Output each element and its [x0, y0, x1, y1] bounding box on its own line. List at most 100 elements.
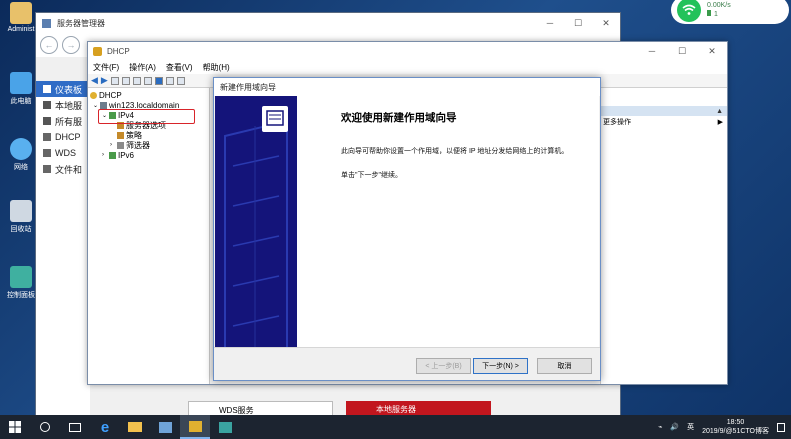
sidebar-item-dashboard[interactable]: 仪表板 — [36, 81, 90, 97]
action-more-actions[interactable]: 更多操作 ▶ — [601, 116, 727, 128]
maximize-button[interactable]: ☐ — [564, 18, 592, 29]
tree-node-filters[interactable]: › 筛选器 — [88, 140, 209, 150]
search-icon — [40, 422, 50, 432]
servers-icon — [43, 117, 51, 125]
windows-logo-icon — [9, 421, 21, 433]
menu-view[interactable]: 查看(V) — [166, 62, 193, 73]
chevron-down-icon[interactable]: ⌄ — [93, 102, 100, 109]
user-folder-icon — [10, 2, 32, 24]
menu-help[interactable]: 帮助(H) — [203, 62, 230, 73]
back-icon[interactable]: ◀ — [91, 75, 98, 86]
refresh-icon[interactable] — [132, 76, 141, 85]
tree-node-policies[interactable]: 策略 — [88, 130, 209, 140]
dashboard-icon — [43, 85, 51, 93]
sidebar-item-dhcp[interactable]: DHCP — [36, 129, 90, 145]
export-list-icon[interactable] — [143, 76, 152, 85]
search-button[interactable] — [30, 415, 60, 439]
taskbar-server-manager[interactable] — [150, 415, 180, 439]
sidebar-item-wds[interactable]: WDS — [36, 145, 90, 161]
desktop-icon-label: 控制面板 — [7, 292, 35, 299]
sidebar-item-label: 本地服 — [55, 100, 83, 111]
tree-node-ipv6[interactable]: › IPv6 — [88, 150, 209, 160]
show-tree-icon[interactable] — [121, 76, 130, 85]
sidebar-item-local-server[interactable]: 本地服 — [36, 97, 90, 113]
recycle-bin-icon — [10, 200, 32, 222]
maximize-button[interactable]: ☐ — [667, 46, 697, 57]
taskbar: e ⌁ 🔊 英 18:50 2019/9/@51CTO博客 — [0, 415, 791, 439]
tree-node-label: IPv6 — [118, 150, 135, 160]
server-manager-icon — [42, 18, 51, 28]
sidebar-item-label: DHCP — [55, 132, 81, 142]
chevron-right-icon[interactable]: › — [110, 142, 117, 148]
server-manager-sidebar: 仪表板 本地服 所有服 DHCP WDS 文件和 — [36, 81, 90, 415]
sidebar-item-file-storage[interactable]: 文件和 — [36, 161, 90, 177]
minimize-button[interactable]: ─ — [637, 46, 667, 57]
desktop-icon-label: Administ — [7, 26, 35, 33]
watermark: @51CTO博客 — [725, 428, 769, 435]
properties-icon[interactable] — [165, 76, 174, 85]
taskbar-dhcp[interactable] — [180, 415, 210, 439]
wds-role-icon — [43, 149, 51, 157]
task-view-icon — [69, 422, 81, 432]
desktop-icon-label: 网络 — [14, 164, 28, 171]
chevron-right-icon[interactable]: › — [102, 152, 109, 158]
edge-icon: e — [100, 418, 110, 436]
notifications-icon[interactable] — [777, 422, 785, 432]
wizard-body: 欢迎使用新建作用域向导 此向导可帮助你设置一个作用域，以便将 IP 地址分发给网… — [215, 96, 599, 349]
new-scope-wizard-dialog: 新建作用域向导 欢迎使用新建作用域向导 此向导可帮助你设置一个作用域，以便将 I… — [213, 77, 601, 381]
server-node-icon — [100, 101, 107, 109]
dhcp-title: DHCP — [107, 47, 130, 56]
up-folder-icon[interactable] — [110, 76, 119, 85]
wizard-banner-image — [215, 96, 297, 349]
policies-icon — [117, 131, 124, 139]
desktop-icon-label: 此电脑 — [10, 98, 32, 105]
taskbar-edge[interactable]: e — [90, 415, 120, 439]
sidebar-item-label: WDS — [55, 148, 76, 158]
clock-time: 18:50 — [726, 419, 745, 426]
input-language[interactable]: 英 — [687, 422, 694, 432]
start-button[interactable] — [0, 415, 30, 439]
clock[interactable]: 18:50 2019/9/@51CTO博客 — [702, 418, 769, 436]
menu-file[interactable]: 文件(F) — [93, 62, 119, 73]
file-storage-icon — [43, 165, 51, 173]
back-button[interactable]: < 上一步(B) — [416, 358, 471, 374]
sidebar-item-label: 仪表板 — [55, 84, 83, 95]
taskbar-app[interactable] — [210, 415, 240, 439]
sidebar-item-label: 文件和 — [55, 164, 83, 175]
actions-header: ▲ — [601, 106, 727, 116]
monitor-icon[interactable] — [176, 76, 185, 85]
tree-node-dhcp[interactable]: DHCP — [88, 90, 209, 100]
close-button[interactable]: ✕ — [697, 46, 727, 57]
network-speed-widget[interactable]: 0.00K/s 1 — [671, 0, 789, 24]
help-icon[interactable] — [154, 76, 163, 85]
menu-action[interactable]: 操作(A) — [129, 62, 156, 73]
taskbar-file-explorer[interactable] — [120, 415, 150, 439]
app-taskbar-icon — [218, 421, 232, 433]
wizard-instruction: 单击"下一步"继续。 — [341, 172, 402, 179]
desktop-icon-label: 回收站 — [10, 226, 32, 233]
next-button[interactable]: 下一步(N) > — [473, 358, 528, 374]
minimize-button[interactable]: ─ — [536, 18, 564, 29]
network-count: 1 — [714, 11, 718, 18]
actions-pane: ▲ 更多操作 ▶ — [600, 88, 727, 384]
volume-icon[interactable]: 🔊 — [670, 423, 679, 431]
task-view-button[interactable] — [60, 415, 90, 439]
wizard-content: 欢迎使用新建作用域向导 此向导可帮助你设置一个作用域，以便将 IP 地址分发给网… — [341, 110, 581, 195]
network-tray-icon[interactable]: ⌁ — [658, 423, 662, 431]
control-panel-icon — [10, 266, 32, 288]
wizard-description: 此向导可帮助你设置一个作用域，以便将 IP 地址分发给网络上的计算机。 — [341, 148, 569, 155]
tree-node-label: 筛选器 — [126, 140, 150, 150]
ipv4-highlight-box — [98, 109, 195, 124]
forward-arrow-icon[interactable]: → — [62, 36, 80, 54]
wizard-footer: < 上一步(B) 下一步(N) > 取消 — [214, 347, 600, 380]
forward-icon[interactable]: ▶ — [101, 75, 108, 86]
back-arrow-icon[interactable]: ← — [40, 36, 58, 54]
network-icon — [10, 138, 32, 160]
ipv6-node-icon — [109, 151, 116, 159]
sidebar-item-all-servers[interactable]: 所有服 — [36, 113, 90, 129]
collapse-arrow-icon[interactable]: ▲ — [716, 108, 723, 115]
cancel-button[interactable]: 取消 — [537, 358, 592, 374]
dhcp-menubar: 文件(F) 操作(A) 查看(V) 帮助(H) — [88, 61, 727, 74]
dhcp-taskbar-icon — [188, 420, 202, 432]
close-button[interactable]: ✕ — [592, 18, 620, 29]
